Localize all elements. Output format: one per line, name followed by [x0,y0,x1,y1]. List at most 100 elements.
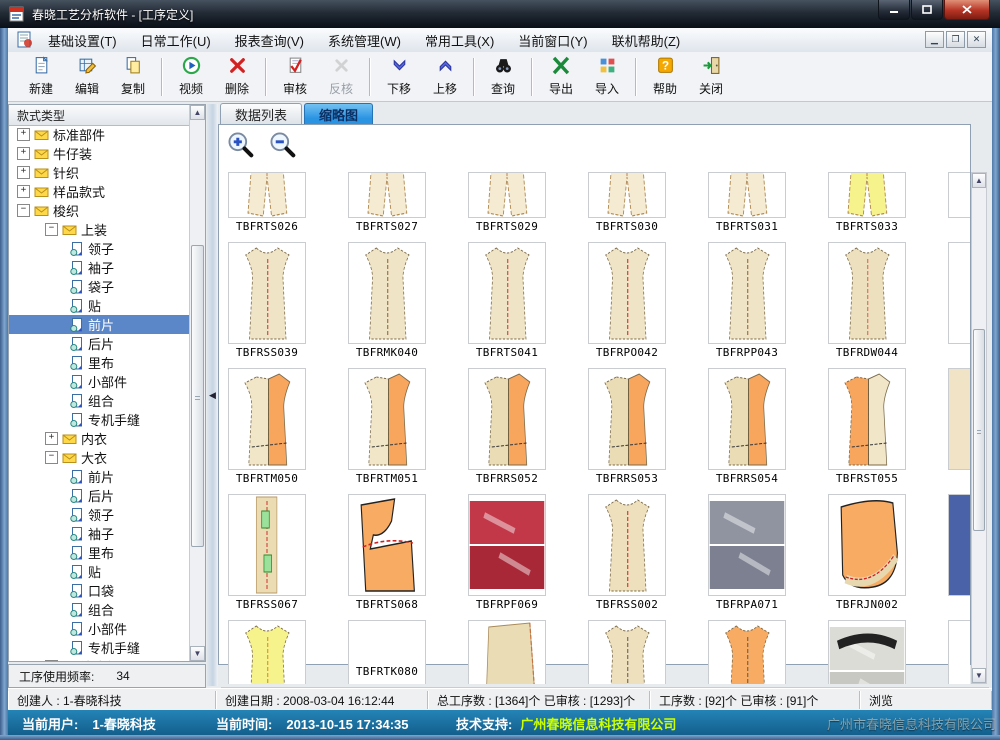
thumbnail-image[interactable] [228,494,306,596]
splitter[interactable]: ◀ [207,104,218,686]
toolbar-button-help[interactable]: ?帮助 [642,54,688,100]
thumbnail-image[interactable] [588,242,666,344]
tree-item-leaf-8[interactable]: 袋子 [9,277,190,296]
tree-item-leaf-9[interactable]: 贴 [9,296,190,315]
zoom-in-icon[interactable] [227,131,254,158]
tree-item-folder-3[interactable]: +样品款式 [9,182,190,201]
tree-item-folder-1[interactable]: +牛仔装 [9,144,190,163]
scroll-up-icon[interactable]: ▲ [972,173,986,188]
toolbar-button-delete[interactable]: 删除 [214,54,260,100]
thumbnail-image[interactable] [588,172,666,218]
thumbnail-image[interactable] [588,620,666,684]
thumbnail-image[interactable] [828,494,906,596]
tree-item-leaf-22[interactable]: 里布 [9,543,190,562]
thumbnail-image[interactable] [588,494,666,596]
toolbar-button-video[interactable]: 视频 [168,54,214,100]
thumbnail-image[interactable] [708,172,786,218]
thumbnail-image[interactable] [468,620,546,684]
scroll-down-icon[interactable]: ▼ [972,668,986,683]
toolbar-button-import[interactable]: 导入 [584,54,630,100]
mdi-restore-button[interactable]: ❐ [946,31,965,48]
thumbnail-image[interactable] [228,172,306,218]
tree-item-leaf-7[interactable]: 袖子 [9,258,190,277]
thumbnail-image[interactable] [948,368,970,470]
thumbnail-image[interactable] [348,242,426,344]
toolbar-button-edit[interactable]: 编辑 [64,54,110,100]
menu-item-3[interactable]: 系统管理(W) [318,28,411,53]
thumbnail-image[interactable] [468,172,546,218]
toolbar-button-close[interactable]: 关闭 [688,54,734,100]
collapse-icon[interactable]: − [45,451,58,464]
maximize-button[interactable] [911,0,943,20]
expand-icon[interactable]: + [17,128,30,141]
tree-item-leaf-6[interactable]: 领子 [9,239,190,258]
tree-item-leaf-25[interactable]: 组合 [9,600,190,619]
thumbnail-image[interactable] [948,242,970,344]
thumbnail-image[interactable] [828,242,906,344]
tree-item-leaf-21[interactable]: 袖子 [9,524,190,543]
toolbar-button-copy[interactable]: 复制 [110,54,156,100]
thumbnail-image[interactable] [948,494,970,596]
tree-item-leaf-13[interactable]: 小部件 [9,372,190,391]
toolbar-button-search[interactable]: 查询 [480,54,526,100]
vertical-scrollbar[interactable]: ▲ ▼ [971,172,987,684]
tree-scrollbar-thumb[interactable] [191,245,204,547]
tree-item-leaf-19[interactable]: 后片 [9,486,190,505]
tree-item-folder-4[interactable]: −梭织 [9,201,190,220]
thumbnail-missing[interactable]: TBFRTK080 [348,620,426,684]
tree-item-leaf-14[interactable]: 组合 [9,391,190,410]
thumbnail-image[interactable] [828,172,906,218]
tree-item-leaf-23[interactable]: 贴 [9,562,190,581]
scroll-up-icon[interactable]: ▲ [190,105,205,120]
thumbnail-image[interactable] [468,368,546,470]
thumbnail-image[interactable] [708,368,786,470]
thumbnail-image[interactable] [228,242,306,344]
tree-item-folder-5[interactable]: −上装 [9,220,190,239]
tree-item-folder-16[interactable]: +内衣 [9,429,190,448]
expand-icon[interactable]: + [45,432,58,445]
tree-item-folder-0[interactable]: +标准部件 [9,125,190,144]
menu-item-5[interactable]: 当前窗口(Y) [508,28,597,53]
tree-item-leaf-18[interactable]: 前片 [9,467,190,486]
collapse-icon[interactable]: − [45,223,58,236]
expand-icon[interactable]: + [17,166,30,179]
tree-scrollbar[interactable]: ▲ ▼ [189,105,205,661]
tree-item-leaf-10[interactable]: 前片 [9,315,190,334]
toolbar-button-export[interactable]: 导出 [538,54,584,100]
menu-item-2[interactable]: 报表查询(V) [225,28,314,53]
tree-item-folder-28[interactable]: +连衣裙 [9,657,190,661]
tab-data-list[interactable]: 数据列表 [220,103,302,125]
menu-item-1[interactable]: 日常工作(U) [131,28,221,53]
tree-item-leaf-27[interactable]: 专机手缝 [9,638,190,657]
collapse-icon[interactable]: − [17,204,30,217]
tree-item-folder-2[interactable]: +针织 [9,163,190,182]
thumbnail-image[interactable] [348,368,426,470]
thumbnail-image[interactable] [228,368,306,470]
vertical-scrollbar-thumb[interactable] [973,329,985,531]
tree-item-leaf-20[interactable]: 领子 [9,505,190,524]
thumbnail-image[interactable] [468,242,546,344]
expand-icon[interactable]: + [45,660,58,661]
tree-item-leaf-12[interactable]: 里布 [9,353,190,372]
tree-item-leaf-15[interactable]: 专机手缝 [9,410,190,429]
tree-item-leaf-24[interactable]: 口袋 [9,581,190,600]
scroll-down-icon[interactable]: ▼ [190,646,205,661]
tree-item-leaf-26[interactable]: 小部件 [9,619,190,638]
toolbar-button-new[interactable]: 新建 [18,54,64,100]
close-button[interactable] [944,0,990,20]
menu-item-6[interactable]: 联机帮助(Z) [602,28,691,53]
tab-thumbnails[interactable]: 缩略图 [304,103,373,125]
thumbnail-image[interactable] [708,620,786,684]
toolbar-button-audit[interactable]: 审核 [272,54,318,100]
toolbar-button-move-up[interactable]: 上移 [422,54,468,100]
thumbnail-photo[interactable] [468,494,546,596]
thumbnail-image[interactable] [348,494,426,596]
menu-item-4[interactable]: 常用工具(X) [415,28,504,53]
thumbnail-photo[interactable] [828,620,906,684]
thumbnail-image[interactable] [948,172,970,218]
thumbnail-image[interactable] [828,368,906,470]
toolbar-button-move-down[interactable]: 下移 [376,54,422,100]
expand-icon[interactable]: + [17,185,30,198]
tree-item-leaf-11[interactable]: 后片 [9,334,190,353]
thumbnail-image[interactable] [228,620,306,684]
